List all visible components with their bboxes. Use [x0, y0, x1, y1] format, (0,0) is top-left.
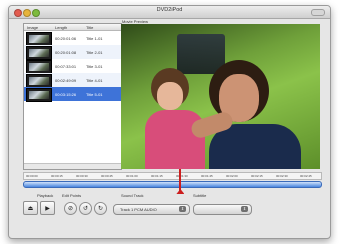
- set-out-point-button[interactable]: ↺: [79, 202, 92, 215]
- movie-preview: [121, 24, 320, 169]
- set-in-point-button[interactable]: ⊘: [64, 202, 77, 215]
- thumbnail: [26, 46, 52, 60]
- edit-points-label: Edit Points: [62, 193, 82, 198]
- list-item[interactable]: 00:02:49:09 Title 4-01: [24, 73, 121, 88]
- list-item-title: Title 2-01: [86, 50, 103, 55]
- list-header: Image Length Title: [24, 24, 121, 31]
- window-title: DVD2iPod: [156, 7, 183, 13]
- thumbnail: [26, 74, 52, 88]
- title-list[interactable]: Image Length Title 00:20:01:06 Title 1-0…: [23, 23, 122, 170]
- timeline-tick: 00:00:30: [76, 174, 88, 178]
- timeline-tick: 00:00:00: [26, 174, 38, 178]
- playhead-handle[interactable]: [176, 189, 185, 194]
- set-in-point-icon: ⊘: [67, 206, 74, 212]
- thumbnail: [26, 60, 52, 74]
- sound-track-value: Track 1 PCM AUDIO: [120, 207, 157, 212]
- list-item-title: Title 3-01: [86, 64, 103, 69]
- timeline-ruler[interactable]: 00:00:00 00:00:15 00:00:30 00:00:45 00:0…: [23, 172, 322, 180]
- list-item-title: Title 1-01: [86, 36, 103, 41]
- timeline-tick: 00:02:45: [300, 174, 312, 178]
- thumbnail: [26, 32, 52, 46]
- set-out-point-icon: ↺: [82, 206, 89, 212]
- column-image[interactable]: Image: [27, 25, 38, 30]
- column-title[interactable]: Title: [86, 25, 93, 30]
- timeline-tick: 00:02:30: [276, 174, 288, 178]
- column-length[interactable]: Length: [55, 25, 67, 30]
- list-item[interactable]: 00:20:01:06 Title 1-01: [24, 31, 121, 46]
- scrub-bar[interactable]: [23, 181, 322, 188]
- playhead[interactable]: [179, 169, 182, 192]
- timeline-tick: 00:01:45: [201, 174, 213, 178]
- chevron-down-icon: ⇕: [241, 206, 248, 212]
- reset-icon: ↻: [97, 206, 104, 212]
- timeline-tick: 00:01:30: [176, 174, 188, 178]
- timeline-tick: 00:00:45: [101, 174, 113, 178]
- list-item-title: Title 4-01: [86, 78, 103, 83]
- list-item-length: 00:20:01:08: [55, 50, 77, 55]
- list-item-length: 00:07:33:01: [55, 64, 77, 69]
- list-item[interactable]: 00:07:33:01 Title 3-01: [24, 59, 121, 74]
- sound-track-select[interactable]: Track 1 PCM AUDIO ⇕: [113, 204, 190, 215]
- list-item-selected[interactable]: 00:03:15:26 Title 5-01: [24, 87, 121, 102]
- eject-button[interactable]: ⏏: [23, 201, 38, 215]
- timeline-tick: 00:01:15: [151, 174, 163, 178]
- chevron-down-icon: ⇕: [179, 206, 186, 212]
- reset-button[interactable]: ↻: [94, 202, 107, 215]
- playback-label: Playback: [37, 193, 54, 198]
- toolbar-toggle-button[interactable]: [311, 9, 325, 16]
- list-item-length: 00:03:15:26: [55, 92, 77, 97]
- subtitle-label: Subtitle: [193, 193, 207, 198]
- play-button[interactable]: ▶: [40, 201, 55, 215]
- timeline-tick: 00:01:00: [126, 174, 138, 178]
- horizontal-scrollbar[interactable]: [24, 163, 121, 169]
- timeline-tick: 00:02:00: [226, 174, 238, 178]
- app-window: DVD2iPod Image Length Title 00:20:01:06 …: [8, 5, 331, 239]
- timeline-tick: 00:02:15: [251, 174, 263, 178]
- subtitle-select[interactable]: ⇕: [193, 204, 252, 215]
- thumbnail: [26, 88, 52, 102]
- list-item[interactable]: 00:20:01:08 Title 2-01: [24, 45, 121, 60]
- eject-icon: ⏏: [27, 205, 34, 212]
- list-item-length: 00:02:49:09: [55, 78, 77, 83]
- title-bar: DVD2iPod: [9, 6, 330, 19]
- play-icon: ▶: [45, 205, 50, 212]
- list-item-length: 00:20:01:06: [55, 36, 77, 41]
- timeline-tick: 00:00:15: [51, 174, 63, 178]
- list-item-title: Title 5-01: [86, 92, 103, 97]
- sound-track-label: Sound Track: [121, 193, 144, 198]
